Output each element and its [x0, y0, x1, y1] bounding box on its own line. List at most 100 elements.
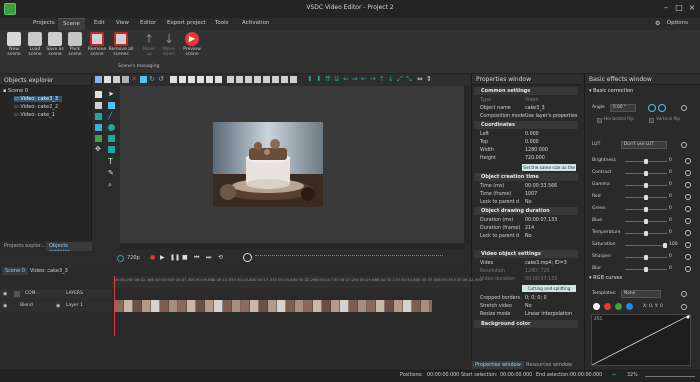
flip-v-icon[interactable]: ⇕ [426, 76, 433, 83]
loop-icon[interactable]: ⟲ [218, 254, 223, 261]
select-tool-icon[interactable] [108, 102, 115, 109]
delete-icon[interactable]: ✕ [131, 76, 138, 83]
curve-blue-button[interactable] [626, 303, 633, 310]
align-top-icon[interactable] [197, 76, 204, 83]
horizontal-flip-checkbox[interactable] [597, 118, 602, 123]
align-middle-icon[interactable] [206, 76, 213, 83]
tab-resources-window[interactable]: Resources window [523, 361, 575, 369]
menu-tools[interactable]: Tools [215, 20, 229, 26]
tab-properties-window[interactable]: Properties window [472, 361, 524, 369]
blend-label[interactable]: Blend [20, 303, 33, 308]
templates-select[interactable]: None [621, 290, 661, 298]
prop-resize-mode[interactable]: Resize mode Linear interpolation [474, 310, 580, 319]
layer-eye-icon[interactable]: ◉ [56, 303, 60, 309]
effect-slider[interactable] [625, 207, 667, 212]
lock-icon[interactable] [245, 76, 252, 83]
tree-item-video-cake2[interactable]: ▭ Video: cake2_2 [14, 104, 58, 110]
track-eye-icon[interactable]: ◉ [3, 303, 7, 309]
redo-icon[interactable]: ↻ [149, 76, 156, 83]
slider-knob[interactable] [644, 267, 648, 272]
record-icon[interactable]: ● [150, 254, 155, 261]
minimize-button[interactable]: – [659, 2, 673, 14]
slider-knob[interactable] [644, 183, 648, 188]
next-frame-icon[interactable]: ⏭ [206, 254, 211, 262]
move-down-layer-icon[interactable]: ⬇ [316, 76, 323, 83]
tree-item-video-cake1[interactable]: ▭ Video: cake_1 [14, 112, 55, 118]
undo-icon[interactable]: ↺ [158, 76, 165, 83]
effect-row-contrast[interactable]: Contrast 0 [589, 169, 697, 177]
effect-slider[interactable] [625, 159, 667, 164]
text-tool-icon[interactable]: T [108, 158, 115, 166]
video-tool-icon[interactable] [95, 91, 102, 98]
move-right-icon[interactable]: ⇒ [352, 76, 359, 83]
effect-slider[interactable] [625, 267, 667, 272]
remove-all-scenes-button[interactable]: Remove all scenes [108, 32, 134, 57]
common-settings-header[interactable]: Common settings [474, 87, 578, 95]
canvas-vertical-scrollbar[interactable] [464, 86, 470, 243]
close-button[interactable]: × [685, 2, 699, 14]
timeline-ruler[interactable]: 00:00.000 00:02.466 00:04.933 00:07.400 00:0… [112, 276, 482, 288]
layer-1-track-header[interactable]: ◉ Blend ◉ Layer 1 [0, 300, 112, 312]
tree-item-video-cake3[interactable]: ▭ Video: cake3_3 [14, 96, 62, 102]
snap-icon[interactable] [263, 76, 270, 83]
rect-tool-icon[interactable] [108, 135, 115, 142]
effect-reset-icon[interactable] [685, 194, 691, 200]
vertical-flip-checkbox[interactable] [649, 118, 654, 123]
effect-slider[interactable] [625, 183, 667, 188]
tab-scene-0[interactable]: Scene 0 [2, 267, 29, 275]
slider-knob[interactable] [644, 207, 648, 212]
move-up-button[interactable]: ↑ Move up [138, 32, 160, 57]
effect-row-sharpen[interactable]: Sharpen 0 [589, 253, 697, 261]
group-icon[interactable] [227, 76, 234, 83]
pause-icon[interactable]: ❚❚ [170, 254, 180, 261]
maximize-button[interactable]: □ [672, 2, 686, 14]
menu-editor[interactable]: Editor [140, 20, 156, 26]
move-top-icon[interactable]: ⇈ [325, 76, 332, 83]
rgb-curve-graph[interactable]: 255 [591, 314, 691, 366]
shift-up-icon[interactable]: ↑ [379, 76, 386, 83]
grid-icon[interactable] [254, 76, 261, 83]
effect-row-blur[interactable]: Blur 0 [589, 265, 697, 273]
angle-input[interactable]: 0.00 ° [610, 104, 636, 112]
effect-reset-icon[interactable] [685, 206, 691, 212]
chart-tool-icon[interactable] [95, 135, 102, 142]
ellipse-tool-icon[interactable] [108, 124, 115, 131]
drawing-duration-header[interactable]: Object drawing duration [474, 207, 578, 215]
effect-row-gamma[interactable]: Gamma 0 [589, 181, 697, 189]
effect-reset-icon[interactable] [685, 182, 691, 188]
menu-view[interactable]: View [116, 20, 129, 26]
move-up-layer-icon[interactable]: ⬆ [307, 76, 314, 83]
rotate-right-icon[interactable] [658, 104, 666, 112]
background-color-header[interactable]: Background color [474, 320, 578, 328]
frame-icon[interactable] [290, 76, 297, 83]
effect-reset-icon[interactable] [685, 218, 691, 224]
play-preview-icon[interactable]: ▶ [160, 254, 165, 261]
tab-video-cake3[interactable]: Video: cake3_3 [27, 267, 71, 275]
expand-icon[interactable]: ⤢ [397, 76, 404, 83]
shift-left-icon[interactable]: ← [361, 76, 368, 83]
move-left-icon[interactable]: ⇐ [343, 76, 350, 83]
audio-tool-icon[interactable] [95, 102, 102, 109]
align-bottom-icon[interactable] [215, 76, 222, 83]
sprite-tool-icon[interactable] [108, 146, 115, 153]
slider-knob[interactable] [644, 255, 648, 260]
gear-icon[interactable]: ⚙ [655, 20, 660, 27]
paste-icon[interactable] [140, 76, 147, 83]
slider-knob[interactable] [644, 219, 648, 224]
menu-activation[interactable]: Activation [242, 20, 270, 26]
prop-lock-parent-1[interactable]: Lock to parent d No [474, 198, 580, 207]
curve-red-button[interactable] [604, 303, 611, 310]
zoom-tool-icon[interactable]: ⌕ [108, 182, 115, 189]
video-preview[interactable] [213, 122, 323, 207]
rgb-curves-header[interactable]: ▾ RGB curves [589, 275, 622, 281]
tree-item-scene[interactable]: ▪ Scene 0 [3, 88, 28, 94]
align-left-icon[interactable] [170, 76, 177, 83]
prop-composition-mode[interactable]: Composition mode Use layer's properties [474, 112, 580, 121]
cutting-splitting-button[interactable]: Cutting and splitting [522, 285, 576, 292]
playhead[interactable] [114, 276, 115, 336]
effect-row-red[interactable]: Red 0 [589, 193, 697, 201]
shift-down-icon[interactable]: ↓ [388, 76, 395, 83]
effect-slider[interactable] [625, 219, 667, 224]
rotate-left-icon[interactable] [648, 104, 656, 112]
new-icon[interactable] [104, 76, 111, 83]
